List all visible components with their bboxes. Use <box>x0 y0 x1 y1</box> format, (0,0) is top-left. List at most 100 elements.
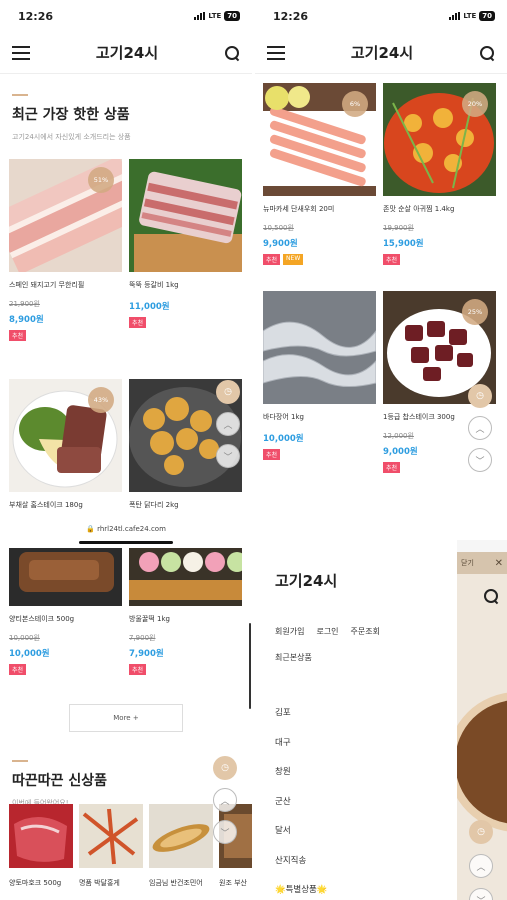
hamburger-menu-icon[interactable] <box>267 45 285 60</box>
screen-best-top: 12:26 LTE 70 고기24시 최근 가장 핫한 상품 고기24시에서 자… <box>0 0 252 518</box>
browser-url-bar[interactable]: 🔒 rhrl24tl.cafe24.com <box>0 518 252 540</box>
dimmed-page-overlay[interactable]: 닫기 ✕ ◷ ︿ ﹀ <box>457 552 507 900</box>
product-card[interactable]: 바다장어 1kg 10,000원 추천 <box>263 291 376 473</box>
recent-view-clock-icon[interactable]: ◷ <box>213 756 237 780</box>
product-name[interactable]: 존맛 순살 아귀찜 1.4kg <box>383 204 496 214</box>
status-bar: 12:26 LTE 70 <box>0 0 252 32</box>
product-card[interactable]: 방울꿀떡 1kg 7,900원 7,900원 추천 <box>129 548 242 675</box>
new-products-carousel[interactable]: 양토마호크 500g 명품 박달홍게 임금님 반건조민어 원조 부산 <box>9 804 252 888</box>
product-name[interactable]: 양티본스테이크 500g <box>9 614 122 624</box>
close-icon[interactable]: ✕ <box>495 558 503 569</box>
scroll-down-icon[interactable]: ﹀ <box>469 888 493 900</box>
product-name[interactable]: 방울꿀떡 1kg <box>129 614 242 624</box>
recent-view-clock-icon[interactable]: ◷ <box>216 380 240 404</box>
search-icon[interactable] <box>479 45 495 61</box>
product-name[interactable]: 명품 박달홍게 <box>79 878 143 888</box>
sale-price: 11,000원 <box>129 302 170 312</box>
search-icon[interactable] <box>224 45 240 61</box>
new-product-card[interactable]: 명품 박달홍게 <box>79 804 143 888</box>
section-accent-line <box>12 760 28 762</box>
category-item[interactable]: 🌟특별상품🌟 <box>275 883 327 900</box>
scroll-up-icon[interactable]: ︿ <box>469 854 493 878</box>
new-badge: NEW <box>283 254 304 265</box>
join-link[interactable]: 회원가입 <box>275 626 304 637</box>
product-image[interactable] <box>263 291 376 404</box>
hamburger-menu-icon[interactable] <box>12 45 30 60</box>
product-name[interactable]: 양토마호크 500g <box>9 878 73 888</box>
product-image[interactable]: 20% <box>383 83 496 196</box>
product-card[interactable]: 25% 1등급 찹스테이크 300g 12,000원 9,000원 추천 <box>383 291 496 473</box>
discount-badge: 6% <box>342 91 368 117</box>
url-text: rhrl24tl.cafe24.com <box>97 525 166 533</box>
login-link[interactable]: 로그인 <box>316 626 338 637</box>
recommend-badge: 추천 <box>263 254 281 265</box>
recommend-badge: 추천 <box>383 462 401 473</box>
site-logo[interactable]: 고기24시 <box>351 42 413 63</box>
product-card[interactable]: 뚝뚝 등갈비 1kg 11,000원 추천 <box>129 159 242 341</box>
category-item[interactable]: 산지직송 <box>275 854 327 884</box>
recommend-badge: 추천 <box>129 317 147 328</box>
scroll-up-icon[interactable]: ︿ <box>213 788 237 812</box>
recent-products-link[interactable]: 최근본상품 <box>275 652 312 663</box>
site-logo[interactable]: 고기24시 <box>96 42 158 63</box>
discount-badge: 51% <box>88 167 114 193</box>
product-name[interactable]: 뉴마카세 단새우회 20미 <box>263 204 376 214</box>
search-icon[interactable] <box>483 588 499 604</box>
scroll-down-icon[interactable]: ﹀ <box>468 448 492 472</box>
product-name[interactable]: 뚝뚝 등갈비 1kg <box>129 280 242 290</box>
signal-icon <box>194 12 206 20</box>
product-name[interactable]: 원조 부산 <box>219 878 252 888</box>
recent-view-clock-icon[interactable]: ◷ <box>468 384 492 408</box>
battery-icon: 70 <box>224 11 240 21</box>
product-image[interactable] <box>129 159 242 272</box>
product-card[interactable]: 51% 스페인 돼지고기 무한리필 21,900원 8,900원 추천 <box>9 159 122 341</box>
scrollbar[interactable] <box>249 623 251 709</box>
category-item[interactable]: 창원 <box>275 765 327 795</box>
product-name[interactable]: 스페인 돼지고기 무한리필 <box>9 280 122 290</box>
section-title: 따끈따끈 신상품 <box>12 773 108 789</box>
recent-view-clock-icon[interactable]: ◷ <box>469 820 493 844</box>
scroll-up-icon[interactable]: ︿ <box>468 416 492 440</box>
status-time: 12:26 <box>273 9 309 23</box>
sale-price: 7,900원 <box>129 649 164 659</box>
product-image[interactable]: 6% <box>263 83 376 196</box>
original-price: 7,900원 <box>129 634 156 642</box>
category-item[interactable]: 군산 <box>275 795 327 825</box>
screen-best-bottom: 🔒 rhrl24tl.cafe24.com 양티본스테이크 500g 10,00… <box>0 518 252 900</box>
product-image[interactable]: 51% <box>9 159 122 272</box>
product-card[interactable]: 6% 뉴마카세 단새우회 20미 10,500원 9,900원 추천 NEW <box>263 83 376 265</box>
product-image[interactable]: 43% <box>9 379 122 492</box>
background-decoration <box>457 692 507 832</box>
product-card[interactable]: 43% 부채살 홈스테이크 180g <box>9 379 122 510</box>
product-image <box>149 804 213 868</box>
screen-side-menu: 닫기 ✕ ◷ ︿ ﹀ 🔒 rhrl24tl.cafe24.com 고기24시 회… <box>255 518 507 900</box>
new-product-card[interactable]: 원조 부산 <box>219 804 252 888</box>
product-card[interactable]: 20% 존맛 순살 아귀찜 1.4kg 19,900원 15,900원 추천 <box>383 83 496 265</box>
recommend-badge: 추천 <box>129 664 147 675</box>
product-image[interactable] <box>9 548 122 606</box>
product-name[interactable]: 바다장어 1kg <box>263 412 376 422</box>
original-price: 21,900원 <box>9 300 40 308</box>
discount-badge: 25% <box>462 299 488 325</box>
product-card[interactable]: 양티본스테이크 500g 10,000원 10,000원 추천 <box>9 548 122 675</box>
scroll-down-icon[interactable]: ﹀ <box>216 444 240 468</box>
screen-best-middle: 12:26 LTE 70 고기24시 6% 뉴마카세 단새우회 20미 10,5… <box>255 0 507 518</box>
new-product-card[interactable]: 양토마호크 500g <box>9 804 73 888</box>
product-name[interactable]: 부채살 홈스테이크 180g <box>9 500 122 510</box>
scroll-down-icon[interactable]: ﹀ <box>213 820 237 844</box>
product-name[interactable]: 임금님 반건조민어 <box>149 878 213 888</box>
product-image[interactable] <box>129 548 242 606</box>
recommend-badge: 추천 <box>9 330 27 341</box>
scroll-up-icon[interactable]: ︿ <box>216 412 240 436</box>
product-name[interactable]: 폭탄 닭다리 2kg <box>129 500 242 510</box>
category-item[interactable]: 김포 <box>275 706 327 736</box>
more-button[interactable]: More + <box>69 704 183 732</box>
menu-logo[interactable]: 고기24시 <box>275 570 337 591</box>
new-product-card[interactable]: 임금님 반건조민어 <box>149 804 213 888</box>
category-item[interactable]: 달서 <box>275 824 327 854</box>
menu-close-bar[interactable]: 닫기 ✕ <box>457 552 507 574</box>
close-label: 닫기 <box>461 559 474 567</box>
category-item[interactable]: 대구 <box>275 736 327 766</box>
order-lookup-link[interactable]: 주문조회 <box>351 626 380 637</box>
category-list: 김포 대구 창원 군산 달서 산지직송 🌟특별상품🌟 <box>275 706 327 900</box>
